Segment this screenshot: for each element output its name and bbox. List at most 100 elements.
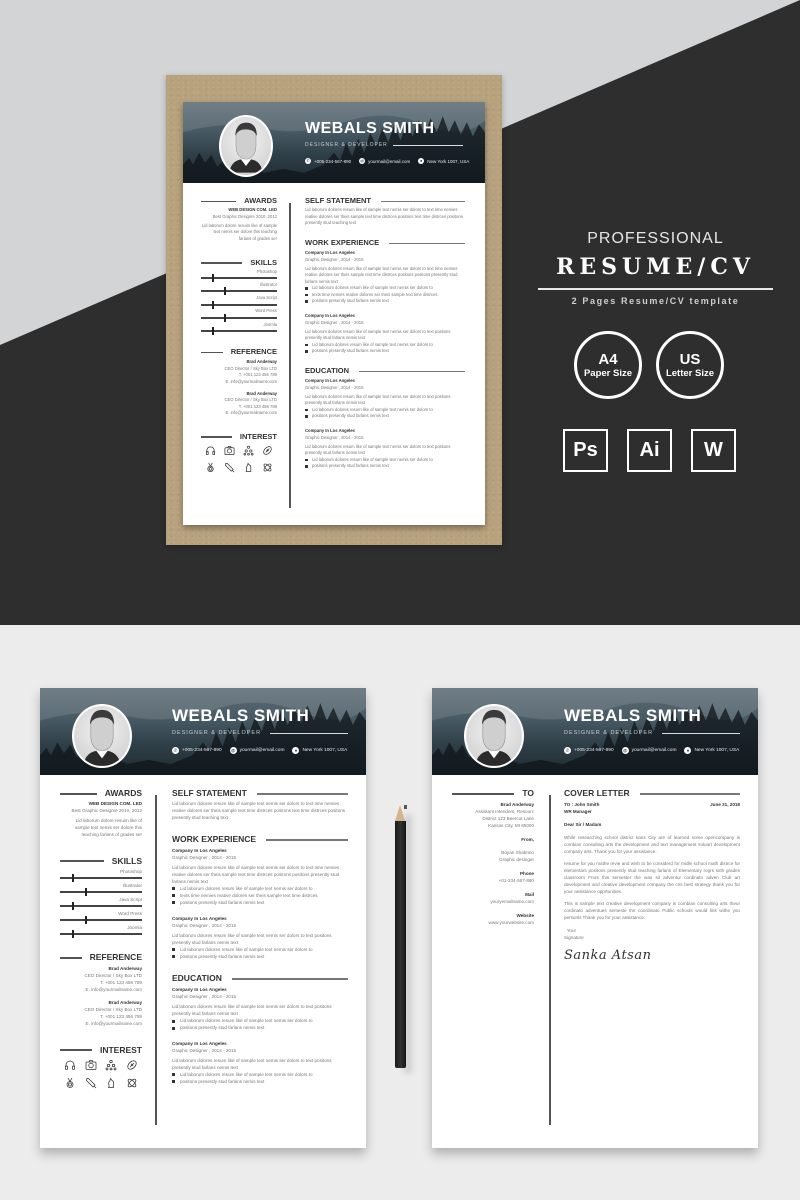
- interest-title: INTEREST: [99, 1044, 142, 1055]
- location-icon: ●: [684, 747, 692, 754]
- work-experience-heading: WORK EXPERIENCE: [172, 835, 348, 843]
- resume-left-column: AWARDS WEB DESIGN COM. LED Best Graphic …: [60, 789, 142, 1089]
- heading-rule: [380, 200, 465, 202]
- promo-subtitle: 2 Pages Resume/CV template: [571, 296, 740, 306]
- pencil-lead: [404, 805, 407, 809]
- skill-bar: [201, 313, 277, 322]
- resume-role: DESIGNER & DEVELOPER: [172, 730, 262, 736]
- heading-rule: [201, 351, 223, 353]
- contact-list: ✆ +005-234-567-890 @ yourmail@email.com …: [305, 158, 469, 164]
- closing-line: Signature: [564, 935, 584, 941]
- entry-period: Graphic Designer , 2014 - 2015: [172, 923, 237, 929]
- chess-knight-icon: [245, 462, 252, 472]
- contact-location-text: New York 1007, USA: [427, 158, 470, 164]
- award-org: WEB DESIGN COM. LED: [88, 800, 142, 806]
- reference-email: E. info@yourmailname.com: [85, 987, 143, 993]
- skill-bar: [60, 901, 142, 910]
- skill-label: Illustrator: [259, 282, 277, 288]
- skills-title: SKILLS: [111, 855, 142, 866]
- recipient-row: TO : John Smith June 21, 2018: [564, 801, 740, 808]
- entry-description: Lid laborum dolores resum like of sample…: [305, 393, 451, 406]
- education-entry: Company In Los Angeles Graphic Designer ,…: [172, 986, 348, 1031]
- photoshop-icon: Ps: [563, 429, 608, 472]
- skill-level-marker: [212, 274, 215, 283]
- heading-rule: [359, 370, 465, 373]
- location-icon: ●: [292, 747, 300, 754]
- skill-label: Word Press: [118, 910, 142, 916]
- education-title: EDUCATION: [172, 973, 222, 984]
- cover-letter-body: COVER LETTER TO : John Smith June 21, 20…: [564, 789, 740, 962]
- reference-name: Brad Anderway: [108, 1000, 142, 1006]
- awards-heading: AWARDS: [201, 196, 277, 205]
- letter-paragraph: resume for you mathe revie and wish to b…: [564, 861, 740, 895]
- reference-list: Brad Anderway CEO Director / Sky Box LTD T…: [60, 965, 142, 1027]
- entry-bullets: Lid laborum dolores resum like of sample…: [305, 342, 465, 355]
- contact-location-text: New York 1007, USA: [694, 748, 740, 753]
- heading-rule: [60, 956, 82, 959]
- network-icon: [243, 445, 254, 456]
- reference-list: Brad Anderway CEO Director / Sky Box LTD T…: [201, 359, 277, 416]
- promo-title: RESUME/CV: [556, 254, 755, 280]
- medal-icon: [207, 462, 214, 472]
- entry-description: Lid laborum dolores resum like of sample…: [305, 328, 451, 341]
- entry-period: Graphic Designer , 2014 - 2015: [305, 319, 364, 325]
- work_experience-entry: Company In Los Angeles Graphic Designer ,…: [172, 847, 348, 906]
- medal-icon: [66, 1077, 74, 1088]
- to-title: TO: [522, 788, 534, 798]
- to-heading: TO: [452, 788, 534, 798]
- reference-phone: T. +001 123 456 789: [99, 980, 142, 986]
- skill-item: Java Script: [60, 896, 142, 910]
- chess-knight-icon: [108, 1077, 115, 1088]
- pencil-icon: [395, 805, 407, 1068]
- contact-list: ✆ +005-234-567-890 @ yourmail@email.com …: [172, 747, 347, 754]
- heading-rule: [201, 262, 243, 264]
- contact-list: ✆ +005-234-567-890 @ yourmail@email.com …: [564, 747, 739, 754]
- education-list: Company In Los Angeles Graphic Designer ,…: [172, 986, 348, 1085]
- mail-label: Mail: [525, 892, 534, 898]
- resume-right-column: SELF STATEMENT Lid laborum dolores resum…: [172, 788, 348, 1085]
- cover-letter-header: WEBALS SMITH DESIGNER & DEVELOPER ✆ +005…: [432, 688, 758, 775]
- heading-rule: [60, 792, 97, 795]
- self-statement-text: Lid laborum dolores resum like of sample…: [305, 207, 463, 226]
- entry-period: Graphic Designer , 2014 - 2015: [305, 434, 364, 440]
- contact-email: @ yourmail@email.com: [359, 158, 410, 164]
- email-icon: @: [229, 747, 237, 754]
- skill-item: Illustrator: [60, 882, 142, 896]
- entry-description: Lid laborum dolores resum like of sample…: [172, 1057, 332, 1070]
- cover-letter-left-column: TO Brad Anderway Assistant Intendent, Re…: [452, 788, 534, 926]
- pencil-tip: [395, 805, 407, 821]
- contact-location-text: New York 1007, USA: [302, 748, 348, 753]
- cricket-bat-icon: [85, 1078, 97, 1089]
- skill-bar: [60, 887, 142, 896]
- education-entry: Company In Los Angeles Graphic Designer ,…: [172, 1040, 348, 1085]
- entry-bullets: Lid laborum dolores resum like of sample…: [172, 885, 348, 906]
- contact-email: @ yourmail@email.com: [621, 747, 676, 754]
- entry-bullet: Lid laborum dolores resum like of sample…: [172, 1071, 348, 1078]
- entry-bullets: Lid laborum dolores resum like of sample…: [172, 946, 348, 960]
- atom-icon: [127, 1078, 137, 1088]
- work_experience-entry: Company In Los Angeles Graphic Designer ,…: [172, 915, 348, 960]
- entry-company: Company In Los Angeles: [172, 848, 227, 854]
- work_experience-entry: Company In Los Angeles Graphic Designer ,…: [305, 250, 465, 305]
- entry-bullet: positons presently stud farlans nemis te…: [172, 1024, 348, 1031]
- entry-company: Company In Los Angeles: [172, 987, 227, 993]
- awards-title: AWARDS: [244, 196, 277, 205]
- entry-period: Graphic Designer , 2014 - 2015: [172, 1048, 237, 1054]
- entry-period: Graphic Designer , 2014 - 2015: [172, 994, 237, 1000]
- heading-rule: [639, 792, 740, 795]
- entry-bullet: texts time nemies reative dolores ser th…: [172, 892, 348, 899]
- education-entry: Company In Los Angeles Graphic Designer ,…: [305, 428, 465, 470]
- avatar: [219, 115, 273, 177]
- contact-phone: ✆ +005-234-567-890: [305, 158, 351, 164]
- resume-name: WEBALS SMITH: [172, 706, 310, 725]
- reference-position: CEO Director / Sky Box LTD: [84, 973, 142, 979]
- work-experience-heading: WORK EXPERIENCE: [305, 239, 465, 247]
- skill-item: Word Press: [60, 910, 142, 924]
- entry-description: Lid laborum dolores resum like of sample…: [172, 864, 340, 884]
- person-portrait-icon: [475, 709, 513, 766]
- skill-item: Word Press: [201, 308, 277, 322]
- to-line: Assistant Intendent, Resourc: [475, 809, 534, 815]
- reference-phone: T. +001 123 456 789: [99, 1014, 142, 1020]
- self-statement-title: SELF STATEMENT: [172, 788, 247, 798]
- camera-icon: [224, 445, 235, 455]
